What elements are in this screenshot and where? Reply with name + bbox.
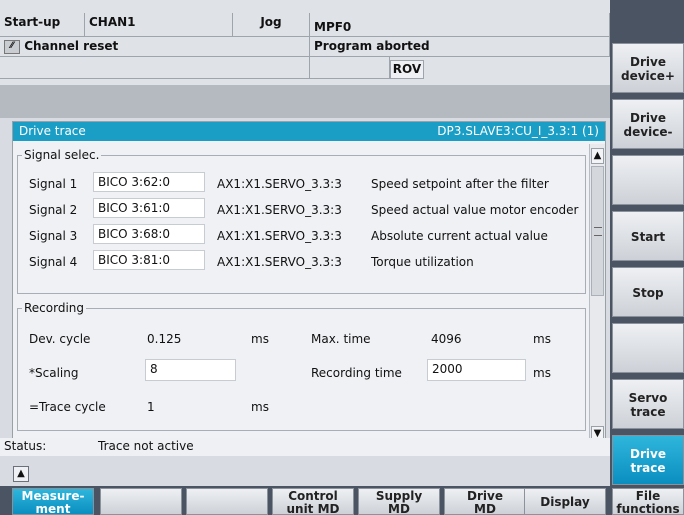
stop-button[interactable]: Stop xyxy=(612,267,684,317)
reset-text: Channel reset xyxy=(24,39,119,53)
softkey-empty-h1[interactable] xyxy=(100,488,182,515)
softkey-blank-top xyxy=(612,0,684,43)
signal-selection-title: Signal selec. xyxy=(24,148,100,162)
softkey-label: Servo trace xyxy=(628,391,668,419)
signal-description: Absolute current actual value xyxy=(371,229,548,243)
status-label: Status: xyxy=(4,439,47,453)
softkey-label: Measure- ment xyxy=(21,489,85,515)
vertical-scrollbar[interactable]: ▲ ▼ xyxy=(589,144,605,452)
softkey-label: Drive device- xyxy=(623,111,673,139)
trace-cycle-value: 1 xyxy=(147,400,155,414)
signal-description: Torque utilization xyxy=(371,255,474,269)
trace-cycle-unit: ms xyxy=(251,400,269,414)
reset-icon: ⁄⁄ xyxy=(4,39,20,54)
start-button[interactable]: Start xyxy=(612,211,684,261)
channel-label: CHAN1 xyxy=(85,13,233,37)
softkey-label: File functions xyxy=(616,489,680,515)
drive-device-minus-button[interactable]: Drive device- xyxy=(612,99,684,149)
panel-header: Drive trace DP3.SLAVE3:CU_I_3.3:1 (1) xyxy=(13,122,605,141)
drive-device-plus-button[interactable]: Drive device+ xyxy=(612,43,684,93)
drive-trace-button[interactable]: Drive trace xyxy=(612,435,684,485)
dev-cycle-value: 0.125 xyxy=(147,332,182,346)
max-time-unit: ms xyxy=(533,332,551,346)
softkey-label: Control unit MD xyxy=(286,489,340,515)
dev-cycle-label: Dev. cycle xyxy=(29,332,91,346)
recording-time-input[interactable]: 2000 xyxy=(427,359,526,381)
op-mode-label: Jog xyxy=(233,13,310,37)
expand-up-icon[interactable]: ▲ xyxy=(13,466,29,482)
softkey-label: Stop xyxy=(632,286,664,300)
drive-md-button[interactable]: Drive MD xyxy=(444,488,526,515)
empty-cell xyxy=(310,57,390,79)
recording-time-label: Recording time xyxy=(311,366,402,380)
chevron-up-icon[interactable]: ▲ xyxy=(591,148,604,164)
signal-label: Signal 2 xyxy=(29,203,78,217)
softkey-label: Drive device+ xyxy=(621,55,675,83)
program-name: MPF0 xyxy=(310,13,610,37)
dev-cycle-unit: ms xyxy=(251,332,269,346)
reset-status: ⁄⁄ Channel reset xyxy=(0,37,310,57)
recording-title: Recording xyxy=(24,301,85,315)
recording-time-unit: ms xyxy=(533,366,551,380)
signal-description: Speed setpoint after the filter xyxy=(371,177,549,191)
measurement-button[interactable]: Measure- ment xyxy=(12,488,94,515)
max-time-value: 4096 xyxy=(431,332,462,346)
scaling-input[interactable]: 8 xyxy=(145,359,236,381)
message-band xyxy=(0,85,610,118)
signal-label: Signal 3 xyxy=(29,229,78,243)
max-time-label: Max. time xyxy=(311,332,371,346)
softkey-label: Drive MD xyxy=(467,489,503,515)
softkey-label: Display xyxy=(540,495,590,509)
rov-indicator: ROV xyxy=(390,60,424,79)
signal-axis: AX1:X1.SERVO_3.3:3 xyxy=(217,177,342,191)
vertical-softkey-bar: Drive device+ Drive device- Start Stop S… xyxy=(610,0,684,515)
status-value: Trace not active xyxy=(98,439,194,453)
signal-4-input[interactable]: BICO 3:81:0 xyxy=(93,250,205,270)
servo-trace-button[interactable]: Servo trace xyxy=(612,379,684,429)
signal-axis: AX1:X1.SERVO_3.3:3 xyxy=(217,203,342,217)
signal-1-input[interactable]: BICO 3:62:0 xyxy=(93,172,205,192)
mode-label: Start-up xyxy=(0,13,85,37)
status-line: Status: Trace not active xyxy=(0,438,610,456)
display-button[interactable]: Display xyxy=(524,488,606,515)
signal-2-input[interactable]: BICO 3:61:0 xyxy=(93,198,205,218)
softkey-empty-2[interactable] xyxy=(612,323,684,373)
softkey-empty-1[interactable] xyxy=(612,155,684,205)
scaling-label: *Scaling xyxy=(29,366,79,380)
drive-device-name: DP3.SLAVE3:CU_I_3.3:1 (1) xyxy=(437,124,599,138)
softkey-label: Start xyxy=(630,230,666,244)
drive-trace-panel: Drive trace DP3.SLAVE3:CU_I_3.3:1 (1) Si… xyxy=(12,121,606,454)
program-state: Program aborted xyxy=(310,37,610,57)
signal-3-input[interactable]: BICO 3:68:0 xyxy=(93,224,205,244)
scroll-thumb[interactable] xyxy=(591,166,604,296)
trace-cycle-label: =Trace cycle xyxy=(29,400,106,414)
softkey-label: Drive trace xyxy=(630,447,666,475)
status-header: Start-up CHAN1 Jog MPF0 ⁄⁄ Channel reset… xyxy=(0,0,610,85)
grip-icon xyxy=(594,227,602,236)
supply-md-button[interactable]: Supply MD xyxy=(358,488,440,515)
file-functions-button[interactable]: File functions xyxy=(612,488,684,515)
panel-title: Drive trace xyxy=(19,124,86,138)
signal-axis: AX1:X1.SERVO_3.3:3 xyxy=(217,229,342,243)
signal-selection-group: Signal selec. xyxy=(17,148,586,294)
softkey-label: Supply MD xyxy=(375,489,423,515)
softkey-empty-h2[interactable] xyxy=(186,488,268,515)
empty-cell xyxy=(0,57,310,79)
signal-label: Signal 1 xyxy=(29,177,78,191)
signal-description: Speed actual value motor encoder xyxy=(371,203,579,217)
control-unit-md-button[interactable]: Control unit MD xyxy=(272,488,354,515)
horizontal-softkey-bar: Measure- ment Control unit MD Supply MD … xyxy=(0,486,684,515)
signal-label: Signal 4 xyxy=(29,255,78,269)
signal-axis: AX1:X1.SERVO_3.3:3 xyxy=(217,255,342,269)
